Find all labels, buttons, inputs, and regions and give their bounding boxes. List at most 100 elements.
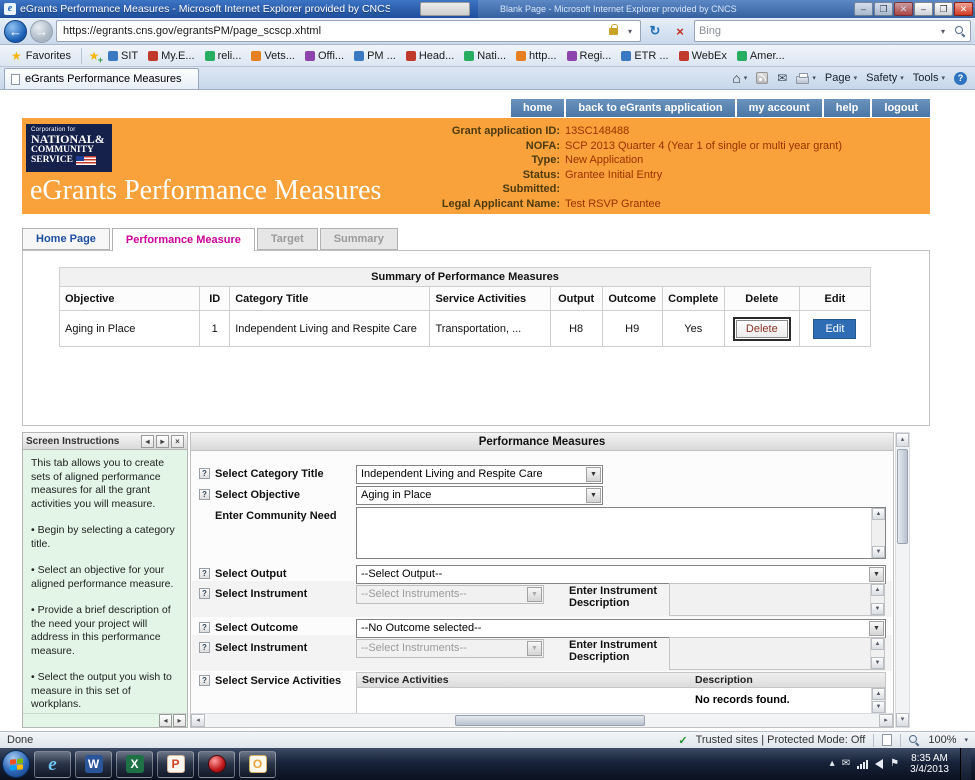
hidden-icons-button[interactable]: ▴	[830, 759, 835, 769]
help-button[interactable]: ?	[954, 72, 967, 85]
help-icon[interactable]: ?	[199, 642, 210, 653]
close-icon[interactable]: ✕	[894, 2, 913, 16]
close-button[interactable]: ✕	[954, 2, 973, 16]
scroll-up-icon[interactable]: ▴	[896, 433, 909, 447]
help-icon[interactable]: ?	[199, 675, 210, 686]
taskbar-word-button[interactable]: W	[75, 751, 112, 778]
page-menu[interactable]: Page▾	[825, 72, 857, 84]
show-desktop-button[interactable]	[960, 748, 971, 780]
url-dropdown-icon[interactable]: ▾	[622, 27, 638, 36]
favorite-item[interactable]: ETR ...	[616, 46, 673, 66]
scrollbar-track[interactable]	[205, 714, 879, 727]
maximize-icon[interactable]: ❐	[874, 2, 893, 16]
category-title-select[interactable]: Independent Living and Respite Care▼	[356, 465, 603, 484]
scroll-left-icon[interactable]: ◂	[141, 435, 154, 448]
search-icon[interactable]	[955, 26, 966, 37]
vertical-scrollbar[interactable]: ▴ ▾	[895, 432, 910, 728]
edit-button[interactable]: Edit	[813, 319, 856, 339]
compatibility-view-icon[interactable]	[882, 734, 892, 746]
favorite-item[interactable]: Nati...	[459, 46, 511, 66]
taskbar-clock[interactable]: 8:35 AM 3/4/2013	[906, 753, 953, 775]
favorites-button[interactable]: ★ Favorites	[4, 46, 78, 66]
scroll-left-icon[interactable]: ◂	[159, 714, 172, 727]
scrollbar-thumb[interactable]	[897, 449, 908, 544]
forward-button[interactable]: →	[30, 20, 53, 43]
favorite-item[interactable]: PM ...	[349, 46, 401, 66]
tab-home-page[interactable]: Home Page	[22, 228, 110, 250]
objective-select[interactable]: Aging in Place▼	[356, 486, 603, 505]
help-icon[interactable]: ?	[199, 568, 210, 579]
read-mail-button[interactable]: ✉	[777, 71, 787, 85]
outcome-select[interactable]: --No Outcome selected--▼	[356, 619, 886, 638]
zoom-icon[interactable]	[909, 735, 920, 746]
stop-button[interactable]: ×	[669, 20, 691, 42]
search-dropdown-icon[interactable]: ▾	[935, 27, 951, 36]
horizontal-scrollbar[interactable]: ◂ ▸	[191, 713, 893, 727]
zoom-level[interactable]: 100%	[928, 734, 956, 746]
taskbar-excel-button[interactable]: X	[116, 751, 153, 778]
favorite-item[interactable]: Offi...	[300, 46, 349, 66]
tab-performance-measure[interactable]: Performance Measure	[112, 228, 255, 251]
add-favorite-button[interactable]: ★ +	[85, 47, 103, 65]
refresh-button[interactable]: ↻	[644, 20, 666, 42]
favorite-item[interactable]: Regi...	[562, 46, 617, 66]
help-icon[interactable]: ?	[199, 622, 210, 633]
help-icon[interactable]: ?	[199, 468, 210, 479]
favorite-item[interactable]: Head...	[401, 46, 459, 66]
browser-tab[interactable]: eGrants Performance Measures	[4, 68, 199, 89]
instructions-scrollbar[interactable]: ◂ ▸	[23, 713, 187, 727]
print-button[interactable]: ▾	[796, 73, 816, 84]
mail-tray-icon[interactable]: ✉	[842, 759, 850, 769]
nav-logout-button[interactable]: logout	[872, 99, 930, 117]
taskbar-outlook-button[interactable]: O	[239, 751, 276, 778]
output-select[interactable]: --Select Output--▼	[356, 565, 886, 584]
close-icon[interactable]: ×	[171, 435, 184, 448]
help-icon[interactable]: ?	[199, 588, 210, 599]
scroll-right-icon[interactable]: ▸	[156, 435, 169, 448]
nav-home-button[interactable]: home	[511, 99, 564, 117]
delete-button[interactable]: Delete	[736, 320, 788, 338]
textarea-scrollbar[interactable]: ▲ ▼	[871, 508, 885, 558]
taskbar-ie-button[interactable]: e	[34, 751, 71, 778]
minimize-button[interactable]: –	[914, 2, 933, 16]
scroll-right-icon[interactable]: ▸	[173, 714, 186, 727]
community-need-textarea[interactable]: ▲ ▼	[356, 507, 886, 559]
favorite-item[interactable]: My.E...	[143, 46, 199, 66]
table-scrollbar[interactable]: ▲ ▼	[871, 688, 885, 713]
feeds-button[interactable]	[756, 72, 768, 84]
taskbar-powerpoint-button[interactable]: P	[157, 751, 194, 778]
maximize-button[interactable]: ❐	[934, 2, 953, 16]
scroll-down-icon[interactable]: ▼	[872, 701, 885, 713]
nav-back-to-egrants-button[interactable]: back to eGrants application	[566, 99, 734, 117]
scroll-up-icon[interactable]: ▲	[872, 688, 885, 700]
favorite-item[interactable]: SIT	[103, 46, 143, 66]
url-input[interactable]: https://egrants.cns.gov/egrantsPM/page_s…	[56, 20, 641, 42]
nav-my-account-button[interactable]: my account	[737, 99, 822, 117]
scroll-down-icon[interactable]: ▾	[896, 713, 909, 727]
search-input[interactable]: Bing ▾	[694, 20, 971, 42]
start-button[interactable]	[2, 750, 30, 778]
tools-menu[interactable]: Tools▾	[913, 72, 945, 84]
network-icon[interactable]	[857, 759, 868, 769]
safety-menu[interactable]: Safety▾	[866, 72, 904, 84]
action-center-flag-icon[interactable]: ⚑	[890, 759, 899, 769]
scroll-left-icon[interactable]: ◂	[191, 714, 205, 727]
scroll-up-icon[interactable]: ▲	[872, 508, 885, 520]
favorite-item[interactable]: http...	[511, 46, 562, 66]
help-icon[interactable]: ?	[199, 489, 210, 500]
favorite-item[interactable]: Amer...	[732, 46, 790, 66]
security-zone-text[interactable]: Trusted sites | Protected Mode: Off	[696, 734, 866, 746]
favorite-item[interactable]: reli...	[200, 46, 247, 66]
favorite-item[interactable]: Vets...	[246, 46, 300, 66]
minimize-icon[interactable]: –	[854, 2, 873, 16]
taskbar-media-button[interactable]	[198, 751, 235, 778]
scroll-down-icon[interactable]: ▼	[872, 546, 885, 558]
scroll-right-icon[interactable]: ▸	[879, 714, 893, 727]
zoom-dropdown-icon[interactable]: ▾	[964, 736, 968, 744]
back-button[interactable]: ←	[4, 20, 27, 43]
home-button[interactable]: ⌂▾	[732, 70, 747, 86]
volume-icon[interactable]	[875, 759, 883, 769]
nav-help-button[interactable]: help	[824, 99, 871, 117]
favorite-item[interactable]: WebEx	[674, 46, 732, 66]
scrollbar-track[interactable]	[896, 447, 909, 713]
